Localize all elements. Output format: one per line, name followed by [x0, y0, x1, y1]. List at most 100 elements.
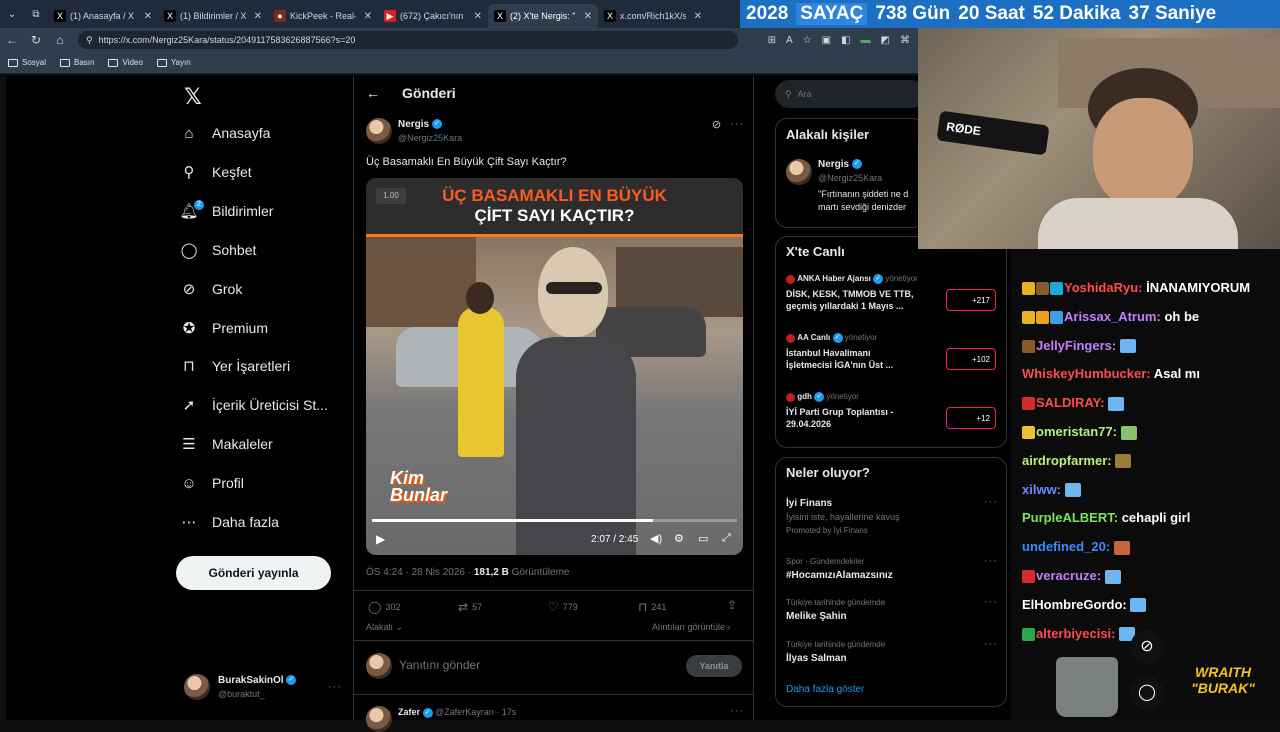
chat-message: ElHombreGordo: — [1022, 597, 1147, 613]
reload-icon[interactable]: ↻ — [24, 33, 48, 47]
chat-username[interactable]: SALDIRAY: — [1036, 395, 1105, 410]
author-handle[interactable]: @Nergiz25Kara — [398, 133, 462, 143]
grok-explain-icon[interactable]: ⊘ — [712, 118, 721, 131]
person-avatar[interactable] — [786, 159, 812, 185]
volume-icon[interactable]: ◀) — [650, 532, 662, 545]
pip-icon[interactable]: ▭ — [698, 532, 708, 545]
reply-action[interactable]: ◯ 302 — [368, 600, 400, 614]
playback-speed[interactable]: 1.00 — [376, 188, 406, 204]
browser-tab[interactable]: X (2) X'te Nergis: "Üç ✕ — [488, 4, 598, 28]
browser-tab[interactable]: ● KickPeek - Real-time ✕ — [268, 4, 378, 28]
share-icon[interactable]: ⇪ — [727, 598, 737, 612]
live-listeners-badge[interactable]: +12 — [946, 407, 996, 429]
bookmark-folder[interactable]: Yayın — [156, 58, 191, 67]
bookmark-folder[interactable]: Video — [108, 58, 143, 67]
x-logo-icon[interactable]: 𝕏 — [184, 84, 202, 110]
settings-gear-icon[interactable]: ⚙ — [674, 532, 684, 545]
search-field[interactable]: ⚲ Ara — [775, 80, 925, 108]
nav-item-home[interactable]: ⌂ Anasayfa — [180, 124, 270, 142]
workspaces-icon[interactable]: ⧉ — [24, 9, 48, 20]
bookmark-action[interactable]: ⊓ 241 — [638, 600, 666, 614]
live-listeners-badge[interactable]: +102 — [946, 348, 996, 370]
video-progress-track[interactable] — [372, 519, 737, 522]
close-icon[interactable]: ✕ — [470, 11, 482, 22]
trend-menu-icon[interactable]: ··· — [984, 638, 998, 650]
chat-username[interactable]: PurpleALBERT: — [1022, 510, 1118, 525]
nav-item-profile[interactable]: ☺ Profil — [180, 474, 244, 492]
favorite-star-icon[interactable]: ☆ — [803, 35, 812, 46]
bookmark-folder[interactable]: Basın — [60, 58, 94, 67]
extension-icon[interactable]: ◧ — [841, 35, 850, 46]
split-screen-icon[interactable]: ⊞ — [768, 35, 776, 46]
nav-item-search[interactable]: ⚲ Keşfet — [180, 163, 252, 181]
chat-username[interactable]: JellyFingers: — [1036, 338, 1116, 353]
site-info-icon[interactable]: ⚲ — [86, 35, 93, 46]
browser-tab[interactable]: Xx.com/Rich1kX/statu ✕ — [598, 4, 708, 28]
account-avatar[interactable] — [184, 674, 210, 700]
view-quotes-link[interactable]: Alıntıları görüntüle › — [652, 622, 731, 632]
reply-button[interactable]: Yanıtla — [686, 655, 742, 677]
chat-username[interactable]: ElHombreGordo: — [1022, 597, 1127, 612]
next-reply-avatar[interactable] — [366, 706, 392, 732]
tabs-strip: X (1) Anasayfa / X ✕ X (1) Bildirimler / X ✕ ●… — [48, 0, 708, 28]
browser-tab[interactable]: X (1) Bildirimler / X ✕ — [158, 4, 268, 28]
close-icon[interactable]: ✕ — [360, 11, 372, 22]
post-button[interactable]: Gönderi yayınla — [176, 556, 331, 590]
nav-item-article[interactable]: ☰ Makaleler — [180, 435, 272, 453]
tab-list-icon[interactable]: ⌄ — [0, 9, 24, 20]
post-menu-icon[interactable]: ··· — [730, 118, 744, 130]
reply-input[interactable]: Yanıtını gönder — [399, 658, 480, 672]
nav-item-rocket[interactable]: ➚ İçerik Üreticisi St... — [180, 396, 328, 414]
nav-item-bookmark[interactable]: ⊓ Yer İşaretleri — [180, 357, 290, 375]
close-icon[interactable]: ✕ — [690, 11, 702, 22]
chat-username[interactable]: omeristan77: — [1036, 424, 1117, 439]
chat-username[interactable]: Arissax_Atrum: — [1064, 309, 1161, 324]
extension-icon[interactable]: ▬ — [861, 35, 871, 46]
extension-icon[interactable]: ▣ — [822, 35, 831, 46]
chat-username[interactable]: airdropfarmer: — [1022, 453, 1112, 468]
trend-menu-icon[interactable]: ··· — [984, 555, 998, 567]
chat-username[interactable]: YoshidaRyu: — [1064, 280, 1143, 295]
person-handle[interactable]: @Nergiz25Kara — [818, 173, 882, 183]
live-title-line2: 29.04.2026 — [786, 419, 832, 429]
nav-item-grok[interactable]: ⊘ Grok — [180, 280, 243, 298]
chat-username[interactable]: WhiskeyHumbucker: — [1022, 366, 1151, 381]
back-arrow-icon[interactable]: ← — [366, 85, 380, 101]
home-browser-icon[interactable]: ⌂ — [48, 33, 72, 47]
bookmark-folder[interactable]: Sosyal — [8, 58, 46, 67]
extension-icon[interactable]: ⌘ — [900, 35, 910, 46]
show-more-link[interactable]: Daha fazla göster — [786, 684, 864, 695]
chat-username[interactable]: veracruze: — [1036, 568, 1101, 583]
browser-tab[interactable]: X (1) Anasayfa / X ✕ — [48, 4, 158, 28]
account-menu-icon[interactable]: ··· — [328, 681, 342, 693]
close-icon[interactable]: ✕ — [250, 11, 262, 22]
url-field[interactable]: ⚲ https://x.com/Nergiz25Kara/status/2049… — [78, 31, 738, 49]
close-icon[interactable]: ✕ — [140, 11, 152, 22]
next-reply-menu-icon[interactable]: ··· — [730, 705, 744, 717]
fullscreen-icon[interactable]: ⤢ — [722, 532, 731, 545]
like-action[interactable]: ♡ 779 — [548, 600, 578, 614]
chat-username[interactable]: alterbiyecisi: — [1036, 626, 1116, 641]
play-icon[interactable]: ▶ — [376, 532, 385, 546]
close-icon[interactable]: ✕ — [580, 11, 592, 22]
trend-menu-icon[interactable]: ··· — [984, 596, 998, 608]
chat-username[interactable]: xilww: — [1022, 482, 1061, 497]
back-icon[interactable]: ← — [0, 33, 24, 47]
person-name[interactable]: Nergis ✓ — [818, 159, 862, 170]
chat-username[interactable]: undefined_20: — [1022, 539, 1110, 554]
author-avatar[interactable] — [366, 118, 392, 144]
related-dropdown[interactable]: Alakalı ⌄ — [366, 622, 403, 633]
next-reply-author[interactable]: Zafer ✓ @ZaferKayran · 17s — [398, 707, 516, 718]
brand-line1: WRAITH — [1195, 664, 1251, 680]
nav-item-chat[interactable]: ◯ Sohbet — [180, 241, 257, 259]
video-player[interactable]: 1.00 ÜÇ BASAMAKLI EN BÜYÜK ÇİFT SAYI KAÇ… — [366, 178, 743, 555]
author-name[interactable]: Nergis ✓ — [398, 119, 442, 130]
nav-item-more[interactable]: ⋯ Daha fazla — [180, 513, 279, 531]
trend-menu-icon[interactable]: ··· — [984, 496, 998, 508]
browser-tab[interactable]: ▶ (672) Çakıcı'nın barı ✕ — [378, 4, 488, 28]
extension-icon[interactable]: ◩ — [881, 35, 890, 46]
read-aloud-icon[interactable]: A — [786, 35, 793, 46]
repost-action[interactable]: ⇄ 57 — [458, 600, 482, 614]
nav-item-premium[interactable]: ✪ Premium — [180, 319, 268, 337]
live-listeners-badge[interactable]: +217 — [946, 289, 996, 311]
